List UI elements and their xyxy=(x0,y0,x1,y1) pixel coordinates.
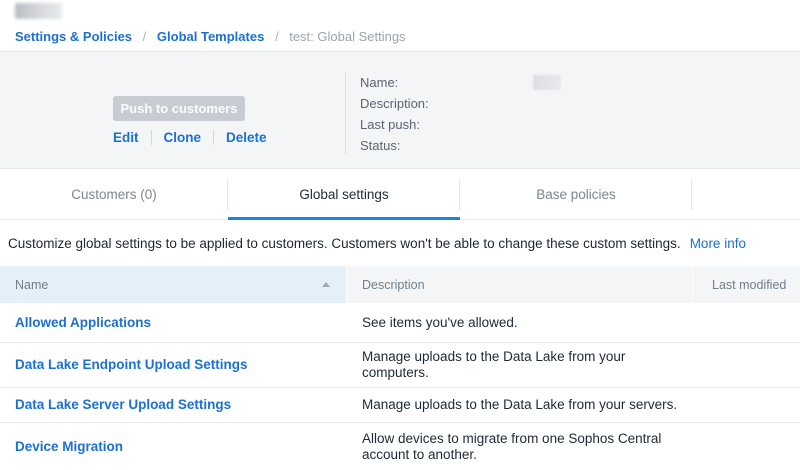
template-meta: Name: Description: Last push: Status: xyxy=(360,72,561,156)
more-info-link[interactable]: More info xyxy=(690,236,746,251)
tab-customers[interactable]: Customers (0) xyxy=(0,169,228,219)
column-header-description-label: Description xyxy=(362,278,425,292)
meta-row-description: Description: xyxy=(360,93,561,114)
sort-ascending-icon xyxy=(322,282,330,287)
redacted-name-value xyxy=(533,75,561,90)
column-header-last-modified[interactable]: Last modified xyxy=(693,266,800,303)
settings-info-text: Customize global settings to be applied … xyxy=(8,236,746,251)
meta-row-status: Status: xyxy=(360,135,561,156)
setting-name-cell: Data Lake Endpoint Upload Settings xyxy=(0,356,347,374)
table-header-row: Name Description Last modified xyxy=(0,266,800,303)
action-divider xyxy=(213,130,214,145)
setting-link-data-lake-server[interactable]: Data Lake Server Upload Settings xyxy=(15,397,231,412)
breadcrumb-link-global-templates[interactable]: Global Templates xyxy=(157,29,264,44)
table-row: Allowed Applications See items you've al… xyxy=(0,303,800,343)
column-header-name-label: Name xyxy=(15,278,48,292)
breadcrumb: Settings & Policies / Global Templates /… xyxy=(15,29,406,45)
meta-row-name: Name: xyxy=(360,72,561,93)
meta-label-status: Status: xyxy=(360,138,533,153)
setting-description-cell: Manage uploads to the Data Lake from you… xyxy=(347,391,693,419)
column-header-description[interactable]: Description xyxy=(347,266,693,303)
setting-name-cell: Device Migration xyxy=(0,438,347,456)
breadcrumb-link-settings-policies[interactable]: Settings & Policies xyxy=(15,29,132,44)
active-tab-indicator xyxy=(228,217,460,220)
meta-row-last-push: Last push: xyxy=(360,114,561,135)
tab-global-settings[interactable]: Global settings xyxy=(228,169,460,219)
table-row: Device Migration Allow devices to migrat… xyxy=(0,423,800,470)
column-header-last-modified-label: Last modified xyxy=(712,278,786,292)
meta-label-description: Description: xyxy=(360,96,533,111)
tab-bar: Customers (0) Global settings Base polic… xyxy=(0,169,800,220)
setting-description-cell: See items you've allowed. xyxy=(347,309,693,337)
setting-name-cell: Allowed Applications xyxy=(0,314,347,332)
delete-link[interactable]: Delete xyxy=(226,130,267,145)
push-to-customers-button[interactable]: Push to customers xyxy=(113,96,245,121)
clone-link[interactable]: Clone xyxy=(164,130,202,145)
setting-description-cell: Allow devices to migrate from one Sophos… xyxy=(347,425,693,469)
table-row: Data Lake Server Upload Settings Manage … xyxy=(0,388,800,423)
template-actions: Edit Clone Delete xyxy=(113,128,267,146)
action-divider xyxy=(151,130,152,145)
table-row: Data Lake Endpoint Upload Settings Manag… xyxy=(0,343,800,388)
tab-divider xyxy=(459,179,460,210)
tab-base-policies[interactable]: Base policies xyxy=(460,169,692,219)
page: Settings & Policies / Global Templates /… xyxy=(0,0,800,455)
column-header-name[interactable]: Name xyxy=(0,266,347,303)
setting-link-data-lake-endpoint[interactable]: Data Lake Endpoint Upload Settings xyxy=(15,357,248,372)
setting-name-cell: Data Lake Server Upload Settings xyxy=(0,396,347,414)
template-header-panel: Push to customers Edit Clone Delete Name… xyxy=(0,51,800,169)
tab-divider xyxy=(691,179,692,210)
meta-label-name: Name: xyxy=(360,75,533,90)
breadcrumb-separator: / xyxy=(143,29,147,44)
tab-divider xyxy=(227,179,228,210)
edit-link[interactable]: Edit xyxy=(113,130,139,145)
info-text: Customize global settings to be applied … xyxy=(8,236,681,251)
global-settings-table: Name Description Last modified Allowed A… xyxy=(0,266,800,470)
setting-link-device-migration[interactable]: Device Migration xyxy=(15,439,123,454)
redacted-account-name xyxy=(15,3,62,19)
setting-description-cell: Manage uploads to the Data Lake from you… xyxy=(347,343,693,387)
breadcrumb-current-page: test: Global Settings xyxy=(289,29,405,44)
breadcrumb-separator: / xyxy=(275,29,279,44)
meta-label-last-push: Last push: xyxy=(360,117,533,132)
setting-link-allowed-applications[interactable]: Allowed Applications xyxy=(15,315,151,330)
panel-vertical-divider xyxy=(345,72,346,154)
